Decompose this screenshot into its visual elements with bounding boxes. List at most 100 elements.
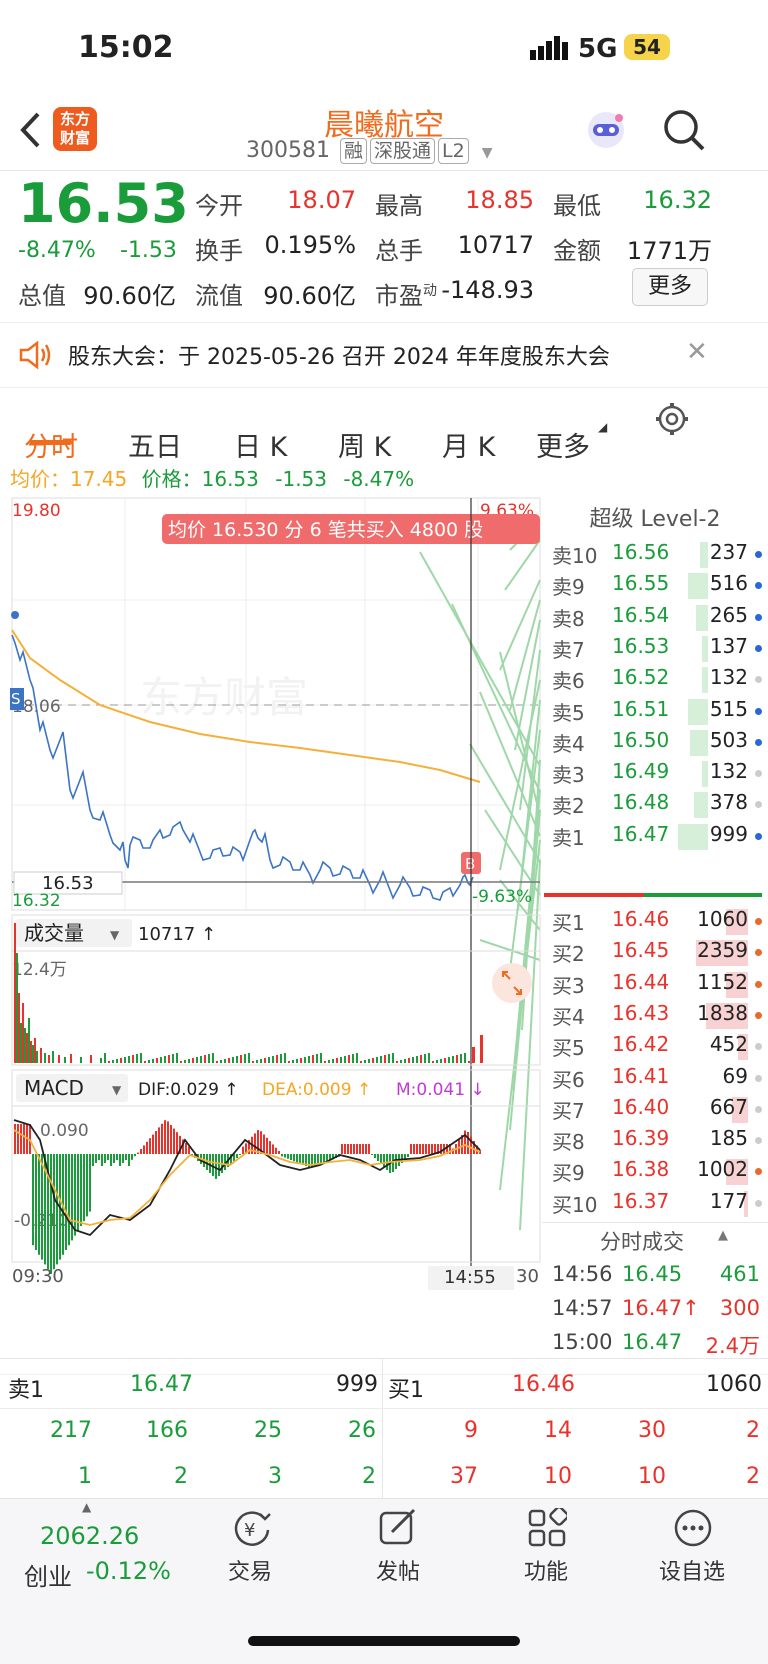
tab-daily-k[interactable]: 日 K [234, 425, 287, 464]
orderbook-divider-green [644, 893, 762, 897]
settings-icon[interactable] [655, 402, 689, 440]
bid-row[interactable]: 买4 16.43 1838 [552, 1001, 768, 1032]
macd-bar [425, 1144, 427, 1154]
ask-row[interactable]: 卖10 16.56 237 [552, 540, 768, 571]
trade-icon[interactable]: ¥ [230, 1508, 274, 1552]
macd-bar [104, 1154, 106, 1163]
close-icon[interactable]: ✕ [686, 337, 708, 367]
volume-bar [28, 1018, 30, 1063]
macd-bar [407, 1154, 409, 1157]
volume-bar [328, 1060, 330, 1063]
volume-bar [176, 1053, 178, 1063]
tab-five-day[interactable]: 五日 [128, 425, 182, 464]
ask-row[interactable]: 卖1 16.47 999 [552, 822, 768, 853]
volume-bar [216, 1061, 218, 1063]
macd-bar [35, 1154, 37, 1250]
ask-row[interactable]: 卖6 16.52 132 [552, 665, 768, 696]
volume-bar [320, 1053, 322, 1063]
bid-row[interactable]: 买7 16.40 667 [552, 1095, 768, 1126]
ask-row[interactable]: 卖3 16.49 132 [552, 759, 768, 790]
volume-bar [212, 1053, 214, 1063]
ask-volume-bar [694, 792, 708, 819]
macd-bar [74, 1154, 76, 1236]
macd-bar [341, 1144, 343, 1154]
bid-row[interactable]: 买2 16.45 2359 [552, 938, 768, 969]
trades-title[interactable]: 分时成交 [600, 1226, 684, 1256]
bid-row[interactable]: 买3 16.44 1152 [552, 970, 768, 1001]
bid-volume: 667 [709, 1094, 748, 1119]
intraday-chart[interactable]: 东方财富16.5319.8018.0616.329.63%-9.63%均价 16… [0, 490, 545, 1290]
volume-bar [308, 1056, 310, 1063]
volume-bar [164, 1056, 166, 1063]
macd-bar [287, 1154, 289, 1159]
ask-row[interactable]: 卖4 16.50 503 [552, 728, 768, 759]
quote-label: 金额 [553, 237, 601, 265]
macd-bar [80, 1154, 82, 1226]
expand-icon[interactable] [492, 963, 532, 1003]
volume-bar [248, 1053, 250, 1063]
index-value[interactable]: 2062.26 [40, 1522, 139, 1550]
queue-cell: 3 [268, 1464, 282, 1489]
macd-bar [278, 1151, 280, 1154]
ask-volume: 999 [709, 821, 748, 846]
macd-bar [413, 1144, 415, 1154]
ask-volume-bar [696, 604, 708, 631]
queue-cell: 2 [746, 1464, 760, 1489]
tab-more-caret-icon: ◢ [598, 420, 608, 434]
bid-volume: 1152 [697, 969, 748, 994]
volume-label: 成交量 [24, 921, 84, 945]
volume-bar [128, 1056, 130, 1063]
post-icon[interactable] [378, 1508, 418, 1552]
ask-volume: 503 [709, 727, 748, 752]
trades-caret-icon[interactable]: ▲ [718, 1228, 728, 1243]
quote-label: 今开 [195, 192, 243, 220]
bid-row[interactable]: 买6 16.41 69 [552, 1064, 768, 1095]
volume-bar [464, 1053, 466, 1063]
more-button[interactable]: 更多 [632, 268, 708, 306]
nav-trade[interactable]: 交易 [190, 1554, 310, 1586]
bid-row[interactable]: 买5 16.42 452 [552, 1032, 768, 1063]
bid-row[interactable]: 买8 16.39 185 [552, 1126, 768, 1157]
index-name[interactable]: 创业 [24, 1557, 72, 1592]
sell-marker-label: S [11, 690, 21, 708]
battery-level: 54 [633, 35, 661, 59]
macd-bar [149, 1138, 151, 1154]
nav-post[interactable]: 发帖 [338, 1554, 458, 1586]
function-icon[interactable] [527, 1505, 570, 1552]
volume-bar [372, 1058, 374, 1063]
ask-row[interactable]: 卖2 16.48 378 [552, 790, 768, 821]
macd-bar [158, 1127, 160, 1154]
tab-more[interactable]: 更多 [536, 425, 590, 464]
volume-bar [352, 1054, 354, 1063]
nav-watchlist[interactable]: 设自选 [632, 1554, 752, 1586]
nav-function[interactable]: 功能 [486, 1554, 606, 1586]
tab-weekly-k[interactable]: 周 K [338, 425, 391, 464]
robot-avatar-icon[interactable] [585, 110, 627, 154]
bid-row[interactable]: 买9 16.38 1002 [552, 1157, 768, 1188]
ask-row[interactable]: 卖5 16.51 515 [552, 697, 768, 728]
bid-label: 买6 [552, 1067, 585, 1092]
tab-monthly-k[interactable]: 月 K [442, 425, 495, 464]
dropdown-icon[interactable]: ▼ [482, 145, 493, 161]
volume-bar [16, 953, 18, 1063]
bid-row[interactable]: 买10 16.37 177 [552, 1189, 768, 1220]
notice-bar[interactable]: 股东大会：于 2025-05-26 召开 2024 年年度股东大会 ✕ [0, 322, 768, 388]
macd-bar [86, 1154, 88, 1217]
ask-row[interactable]: 卖9 16.55 516 [552, 571, 768, 602]
macd-bar [113, 1154, 115, 1163]
bid-label: 买7 [552, 1098, 585, 1123]
watchlist-icon[interactable] [673, 1508, 713, 1552]
ask-row[interactable]: 卖7 16.53 137 [552, 634, 768, 665]
macd-bar [131, 1154, 133, 1160]
ask-row[interactable]: 卖8 16.54 265 [552, 603, 768, 634]
volume-bar [260, 1059, 262, 1063]
index-change[interactable]: -0.12% [86, 1557, 171, 1585]
bid-price: 16.46 [612, 907, 670, 931]
search-icon[interactable] [662, 108, 706, 156]
ask-volume-bar [678, 823, 708, 850]
bid-row[interactable]: 买1 16.46 1060 [552, 907, 768, 938]
tag-level2: L2 [438, 138, 469, 164]
macd-bar [272, 1144, 274, 1154]
ask-price: 16.54 [612, 602, 670, 627]
bid-dot-icon [755, 1137, 762, 1145]
